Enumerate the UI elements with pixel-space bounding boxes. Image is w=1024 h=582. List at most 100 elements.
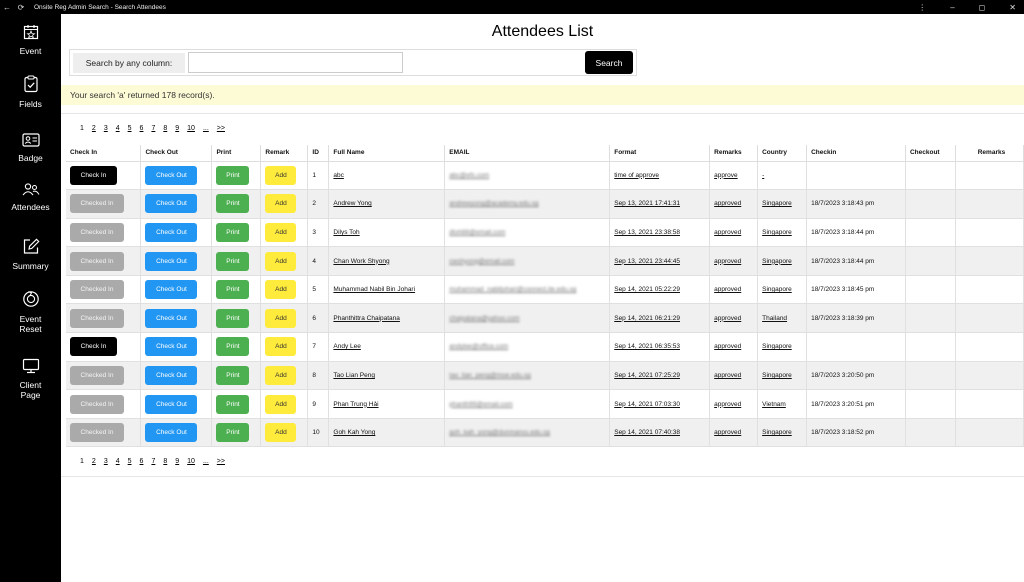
page-link-4[interactable]: 4	[116, 458, 120, 465]
page-link-ellipsis[interactable]: ...	[203, 458, 209, 465]
cell-format[interactable]: Sep 14, 2021 07:40:38	[609, 418, 711, 448]
add-remark-button[interactable]: Add	[265, 251, 297, 271]
page-link-2[interactable]: 2	[92, 458, 96, 465]
cell-remarks[interactable]: approved	[709, 361, 759, 391]
add-remark-button[interactable]: Add	[265, 165, 297, 185]
sidebar-item-event[interactable]: Event	[0, 24, 61, 56]
cell-country[interactable]: Singapore	[757, 275, 808, 305]
cell-full-name[interactable]: Goh Kah Yong	[328, 418, 446, 448]
sidebar-item-client-page[interactable]: Client Page	[0, 358, 61, 400]
check-out-button[interactable]: Check Out	[145, 394, 198, 414]
cell-full-name[interactable]: Tao Lian Peng	[328, 361, 446, 391]
page-link-3[interactable]: 3	[104, 458, 108, 465]
cell-full-name[interactable]: Chan Work Shyong	[328, 246, 446, 276]
print-button[interactable]: Print	[216, 280, 250, 300]
cell-format[interactable]: Sep 13, 2021 23:44:45	[609, 246, 711, 276]
page-link-2[interactable]: 2	[92, 125, 96, 132]
sidebar-item-event-reset[interactable]: Event Reset	[0, 290, 61, 334]
page-link-9[interactable]: 9	[175, 125, 179, 132]
check-out-button[interactable]: Check Out	[145, 423, 198, 443]
page-link-10[interactable]: 10	[187, 458, 195, 465]
cell-remarks[interactable]: approved	[709, 389, 759, 419]
cell-format[interactable]: Sep 14, 2021 06:35:53	[609, 332, 711, 362]
cell-full-name[interactable]: Phan Trung Hải	[328, 389, 446, 419]
page-link-6[interactable]: 6	[140, 458, 144, 465]
add-remark-button[interactable]: Add	[265, 280, 297, 300]
cell-full-name[interactable]: Andy Lee	[328, 332, 446, 362]
email-value[interactable]: tao_lian_peng@moe.edu.sg	[449, 372, 530, 379]
email-value[interactable]: andrewyong@academy.edu.sg	[449, 200, 538, 207]
cell-remarks[interactable]: approved	[709, 246, 759, 276]
page-link-10[interactable]: 10	[187, 125, 195, 132]
maximize-icon[interactable]: ◻	[979, 3, 986, 12]
cell-full-name[interactable]: Andrew Yong	[328, 189, 446, 219]
cell-full-name[interactable]: Dilys Toh	[328, 218, 446, 248]
print-button[interactable]: Print	[216, 165, 250, 185]
cell-remarks[interactable]: approved	[709, 303, 759, 334]
cell-full-name[interactable]: abc	[328, 161, 446, 191]
sidebar-item-fields[interactable]: Fields	[0, 75, 61, 109]
cell-country[interactable]: Singapore	[757, 361, 808, 391]
add-remark-button[interactable]: Add	[265, 308, 297, 328]
search-button[interactable]: Search	[585, 51, 633, 74]
page-link-1[interactable]: 1	[80, 458, 84, 465]
check-in-button[interactable]: Check In	[70, 165, 117, 185]
check-out-button[interactable]: Check Out	[145, 280, 198, 300]
print-button[interactable]: Print	[216, 222, 250, 242]
print-button[interactable]: Print	[216, 251, 250, 271]
sidebar-item-badge[interactable]: Badge	[0, 133, 61, 163]
check-out-button[interactable]: Check Out	[145, 194, 198, 214]
email-value[interactable]: dtoh88@email.com	[449, 229, 505, 236]
email-value[interactable]: goh_kah_yong@dunmanss.edu.sg	[449, 429, 550, 436]
cell-country[interactable]: Vietnam	[757, 389, 808, 419]
check-out-button[interactable]: Check Out	[145, 251, 198, 271]
page-link-3[interactable]: 3	[104, 125, 108, 132]
cell-format[interactable]: Sep 13, 2021 23:38:58	[609, 218, 711, 248]
check-out-button[interactable]: Check Out	[145, 165, 198, 185]
check-out-button[interactable]: Check Out	[145, 365, 198, 385]
cell-country[interactable]: -	[757, 161, 808, 191]
cell-remarks[interactable]: approved	[709, 189, 759, 219]
cell-format[interactable]: Sep 14, 2021 07:25:29	[609, 361, 711, 391]
page-link-8[interactable]: 8	[163, 458, 167, 465]
email-value[interactable]: phanth99@email.com	[449, 401, 512, 408]
back-arrow-icon[interactable]: ←	[0, 3, 14, 12]
cell-remarks[interactable]: approved	[709, 418, 759, 448]
page-link-7[interactable]: 7	[151, 458, 155, 465]
check-out-button[interactable]: Check Out	[145, 308, 198, 328]
cell-full-name[interactable]: Muhammad Nabil Bin Johari	[328, 275, 446, 305]
cell-format[interactable]: Sep 14, 2021 05:22:29	[609, 275, 711, 305]
cell-remarks[interactable]: approved	[709, 332, 759, 362]
cell-country[interactable]: Singapore	[757, 189, 808, 219]
print-button[interactable]: Print	[216, 394, 250, 414]
page-link-5[interactable]: 5	[128, 125, 132, 132]
refresh-icon[interactable]: ⟳	[14, 3, 28, 12]
print-button[interactable]: Print	[216, 423, 250, 443]
sidebar-item-summary[interactable]: Summary	[0, 238, 61, 271]
more-options-icon[interactable]: ⋮	[918, 3, 926, 12]
search-input[interactable]	[188, 52, 403, 73]
page-link-9[interactable]: 9	[175, 458, 179, 465]
cell-format[interactable]: Sep 14, 2021 07:03:30	[609, 389, 711, 419]
add-remark-button[interactable]: Add	[265, 337, 297, 357]
page-link-7[interactable]: 7	[151, 125, 155, 132]
email-value[interactable]: andylee@office.com	[449, 343, 508, 350]
page-link-1[interactable]: 1	[80, 125, 84, 132]
add-remark-button[interactable]: Add	[265, 365, 297, 385]
page-link-ellipsis[interactable]: ...	[203, 125, 209, 132]
cell-full-name[interactable]: Phanthittra Chaipatana	[328, 303, 446, 334]
cell-country[interactable]: Singapore	[757, 418, 808, 448]
cell-format[interactable]: Sep 13, 2021 17:41:31	[609, 189, 711, 219]
check-out-button[interactable]: Check Out	[145, 222, 198, 242]
cell-country[interactable]: Singapore	[757, 218, 808, 248]
page-link-next[interactable]: >>	[217, 458, 225, 465]
check-out-button[interactable]: Check Out	[145, 337, 198, 357]
add-remark-button[interactable]: Add	[265, 423, 297, 443]
print-button[interactable]: Print	[216, 308, 250, 328]
cell-remarks[interactable]: approve	[709, 161, 759, 191]
cell-country[interactable]: Thailand	[757, 303, 808, 334]
cell-format[interactable]: time of approve	[609, 161, 711, 191]
page-link-8[interactable]: 8	[163, 125, 167, 132]
page-link-5[interactable]: 5	[128, 458, 132, 465]
add-remark-button[interactable]: Add	[265, 222, 297, 242]
